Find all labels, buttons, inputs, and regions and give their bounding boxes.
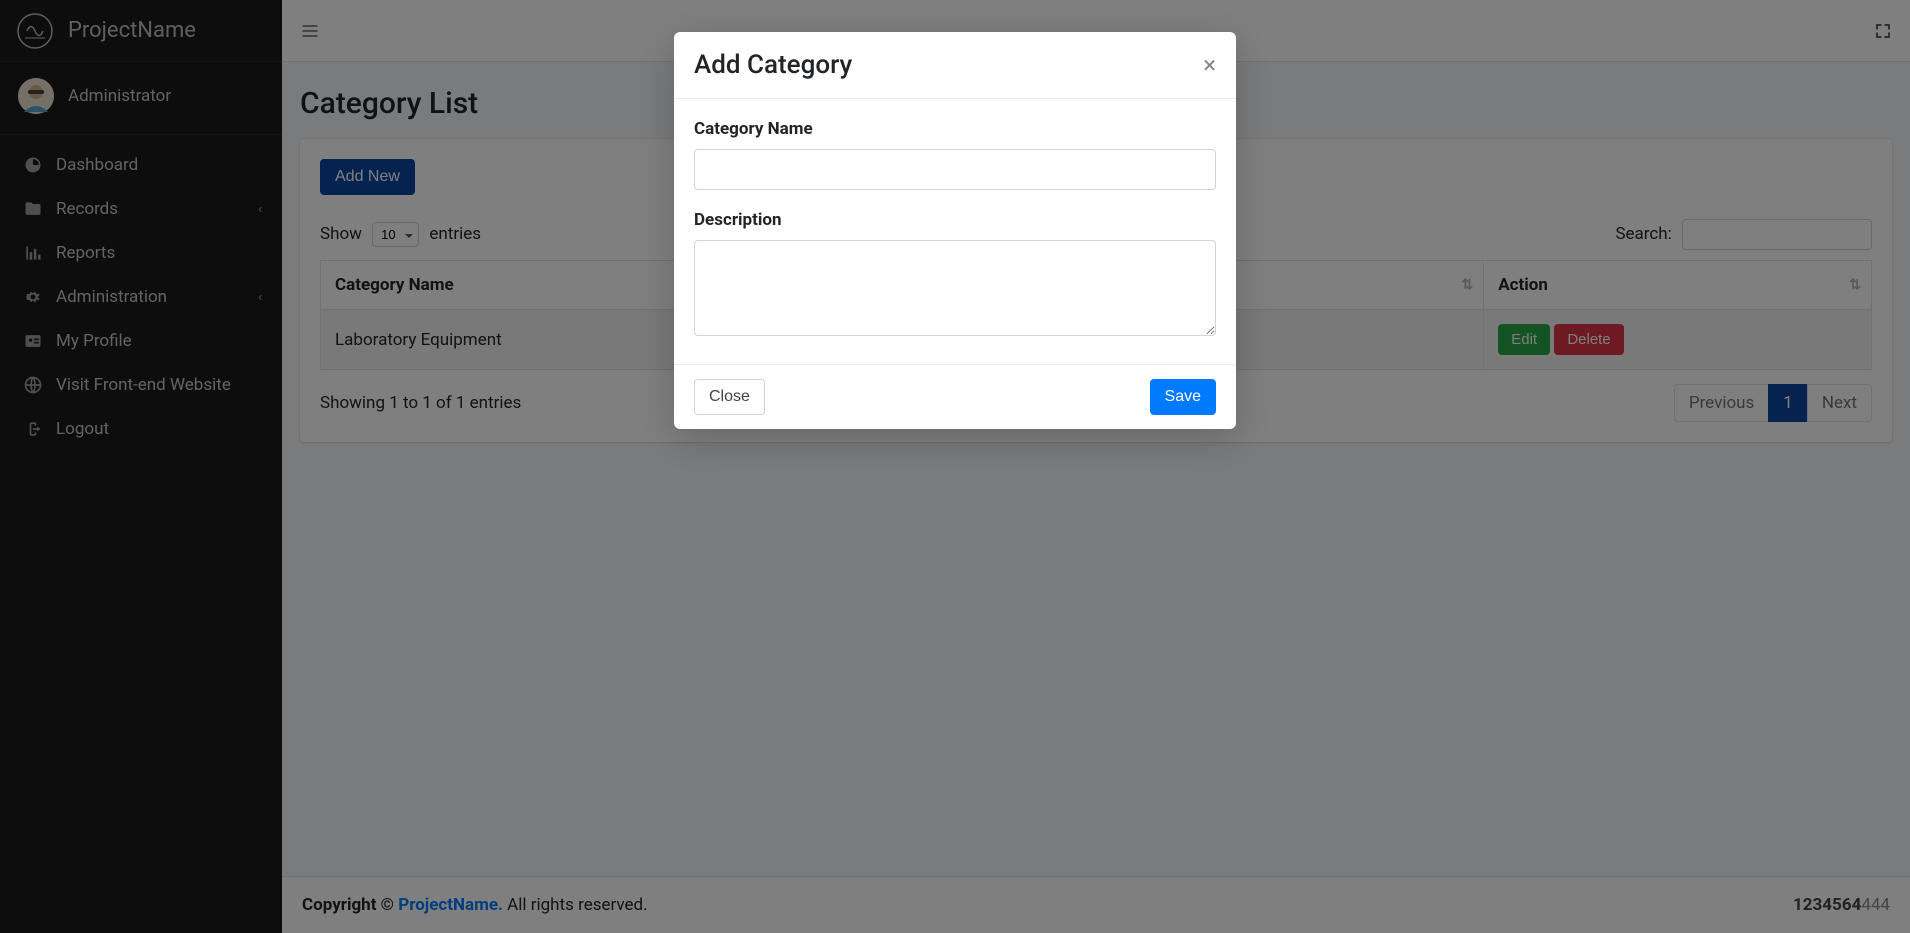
modal-title: Add Category: [694, 50, 852, 80]
field-description: Description: [694, 210, 1216, 340]
close-icon[interactable]: ×: [1203, 53, 1216, 77]
close-button[interactable]: Close: [694, 379, 765, 415]
add-category-modal: Add Category × Category Name Description…: [674, 32, 1236, 429]
modal-footer: Close Save: [674, 364, 1236, 429]
save-button[interactable]: Save: [1150, 379, 1216, 415]
description-input[interactable]: [694, 240, 1216, 336]
category-name-input[interactable]: [694, 149, 1216, 190]
modal-header: Add Category ×: [674, 32, 1236, 99]
category-name-label: Category Name: [694, 119, 1216, 139]
field-category-name: Category Name: [694, 119, 1216, 190]
modal-body: Category Name Description: [674, 99, 1236, 364]
description-label: Description: [694, 210, 1216, 230]
